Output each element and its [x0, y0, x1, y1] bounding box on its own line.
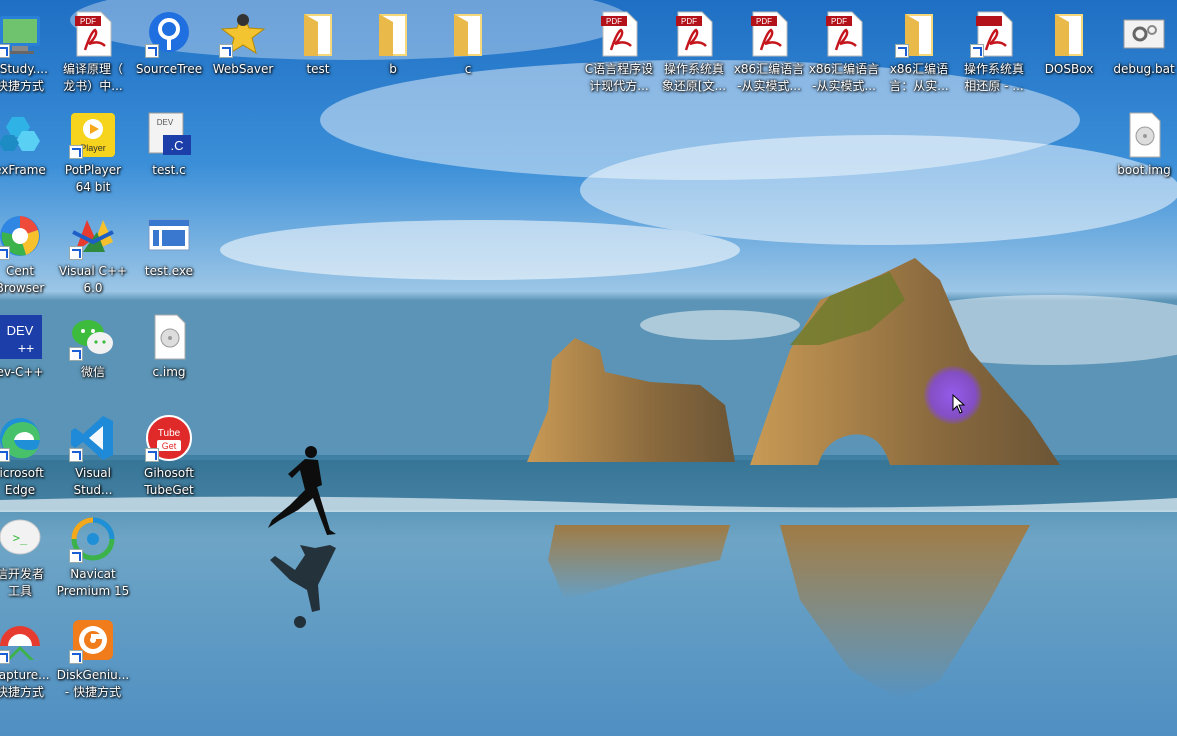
shortcut-arrow-icon: [69, 650, 83, 664]
diskgenius-icon: [69, 616, 117, 664]
shortcut-arrow-icon: [69, 145, 83, 159]
pdf-icon: PDF: [69, 10, 117, 58]
desktop-icon-debug-bat[interactable]: debug.bat: [1094, 4, 1177, 100]
disk-image-icon: [145, 313, 193, 361]
shortcut-arrow-icon: [0, 650, 10, 664]
icon-label: Gihosoft: [144, 466, 194, 480]
svg-text:>_: >_: [13, 531, 28, 545]
folder-icon: [895, 10, 943, 58]
desktop-icon-diskgenius[interactable]: DiskGeniu... - 快捷方式: [43, 610, 143, 706]
centbrowser-icon: [0, 212, 44, 260]
potplayer-icon: Player: [69, 111, 117, 159]
c-file-icon: DEV .C: [145, 111, 193, 159]
vscode-icon: [69, 414, 117, 462]
desktop-icon-tubeget[interactable]: Tube Get Gihosoft TubeGet: [119, 408, 219, 504]
shortcut-arrow-icon: [69, 246, 83, 260]
pdf-icon: [970, 10, 1018, 58]
svg-text:PDF: PDF: [756, 17, 772, 26]
folder-icon: [294, 10, 342, 58]
navicat-icon: [69, 515, 117, 563]
websaver-icon: [219, 10, 267, 58]
pdf-icon: PDF: [595, 10, 643, 58]
desktop-icon-folder-c[interactable]: c: [418, 4, 518, 100]
shortcut-arrow-icon: [69, 448, 83, 462]
shortcut-arrow-icon: [0, 448, 10, 462]
icon-label: test.c: [152, 163, 186, 177]
folder-icon: [444, 10, 492, 58]
bat-icon: [1120, 10, 1168, 58]
shortcut-arrow-icon: [145, 448, 159, 462]
desktop-icon-test-c[interactable]: DEV .C test.c: [119, 105, 219, 201]
folder-icon: [369, 10, 417, 58]
svg-text:PDF: PDF: [606, 17, 622, 26]
icon-label: TubeGet: [144, 483, 194, 497]
pdf-icon: PDF: [820, 10, 868, 58]
devcpp-icon: DEV ++: [0, 313, 44, 361]
shortcut-arrow-icon: [0, 246, 10, 260]
wechat-devtools-icon: >_: [0, 515, 44, 563]
desktop: pStudy....快捷方式 PDF 编译原理（龙书）中... SourceTr…: [0, 0, 1177, 736]
icon-label: c: [464, 62, 472, 76]
dexframe-icon: [0, 111, 44, 159]
icon-label: test.exe: [144, 264, 194, 278]
shortcut-arrow-icon: [0, 44, 10, 58]
icon-label: debug.bat: [1113, 62, 1175, 76]
visual-cpp-icon: [69, 212, 117, 260]
svg-text:DEV: DEV: [157, 118, 174, 127]
shortcut-arrow-icon: [145, 44, 159, 58]
svg-text:PDF: PDF: [681, 17, 697, 26]
svg-text:PDF: PDF: [80, 17, 96, 26]
desktop-icon-navicat[interactable]: Navicat Premium 15: [43, 509, 143, 605]
icon-label: Navicat: [70, 567, 116, 581]
icon-label: c.img: [152, 365, 186, 379]
phpstudy-icon: [0, 10, 44, 58]
desktop-icon-test-exe[interactable]: test.exe: [119, 206, 219, 302]
shortcut-arrow-icon: [69, 549, 83, 563]
shortcut-arrow-icon: [219, 44, 233, 58]
desktop-icon-boot-img[interactable]: boot.img: [1094, 105, 1177, 201]
icon-label: Premium 15: [56, 584, 130, 598]
shortcut-arrow-icon: [69, 347, 83, 361]
tubeget-icon: Tube Get: [145, 414, 193, 462]
svg-text:.C: .C: [171, 138, 184, 153]
svg-text:PDF: PDF: [831, 17, 847, 26]
pdf-icon: PDF: [745, 10, 793, 58]
shortcut-arrow-icon: [970, 44, 984, 58]
svg-text:Get: Get: [162, 441, 177, 451]
svg-text:DEV: DEV: [7, 323, 34, 338]
svg-text:Tube: Tube: [158, 428, 181, 439]
mouse-cursor-icon: [952, 394, 966, 414]
pdf-icon: PDF: [670, 10, 718, 58]
capture-icon: [0, 616, 44, 664]
sourcetree-icon: [145, 10, 193, 58]
svg-text:Player: Player: [80, 143, 106, 153]
edge-icon: [0, 414, 44, 462]
exe-icon: [145, 212, 193, 260]
desktop-icon-c-img[interactable]: c.img: [119, 307, 219, 403]
icon-label: boot.img: [1117, 163, 1171, 177]
folder-icon: [1045, 10, 1093, 58]
wechat-icon: [69, 313, 117, 361]
shortcut-arrow-icon: [895, 44, 909, 58]
icon-label: DiskGeniu...: [56, 668, 130, 682]
disk-image-icon: [1120, 111, 1168, 159]
icon-label: - 快捷方式: [64, 685, 122, 699]
svg-text:++: ++: [18, 340, 34, 356]
